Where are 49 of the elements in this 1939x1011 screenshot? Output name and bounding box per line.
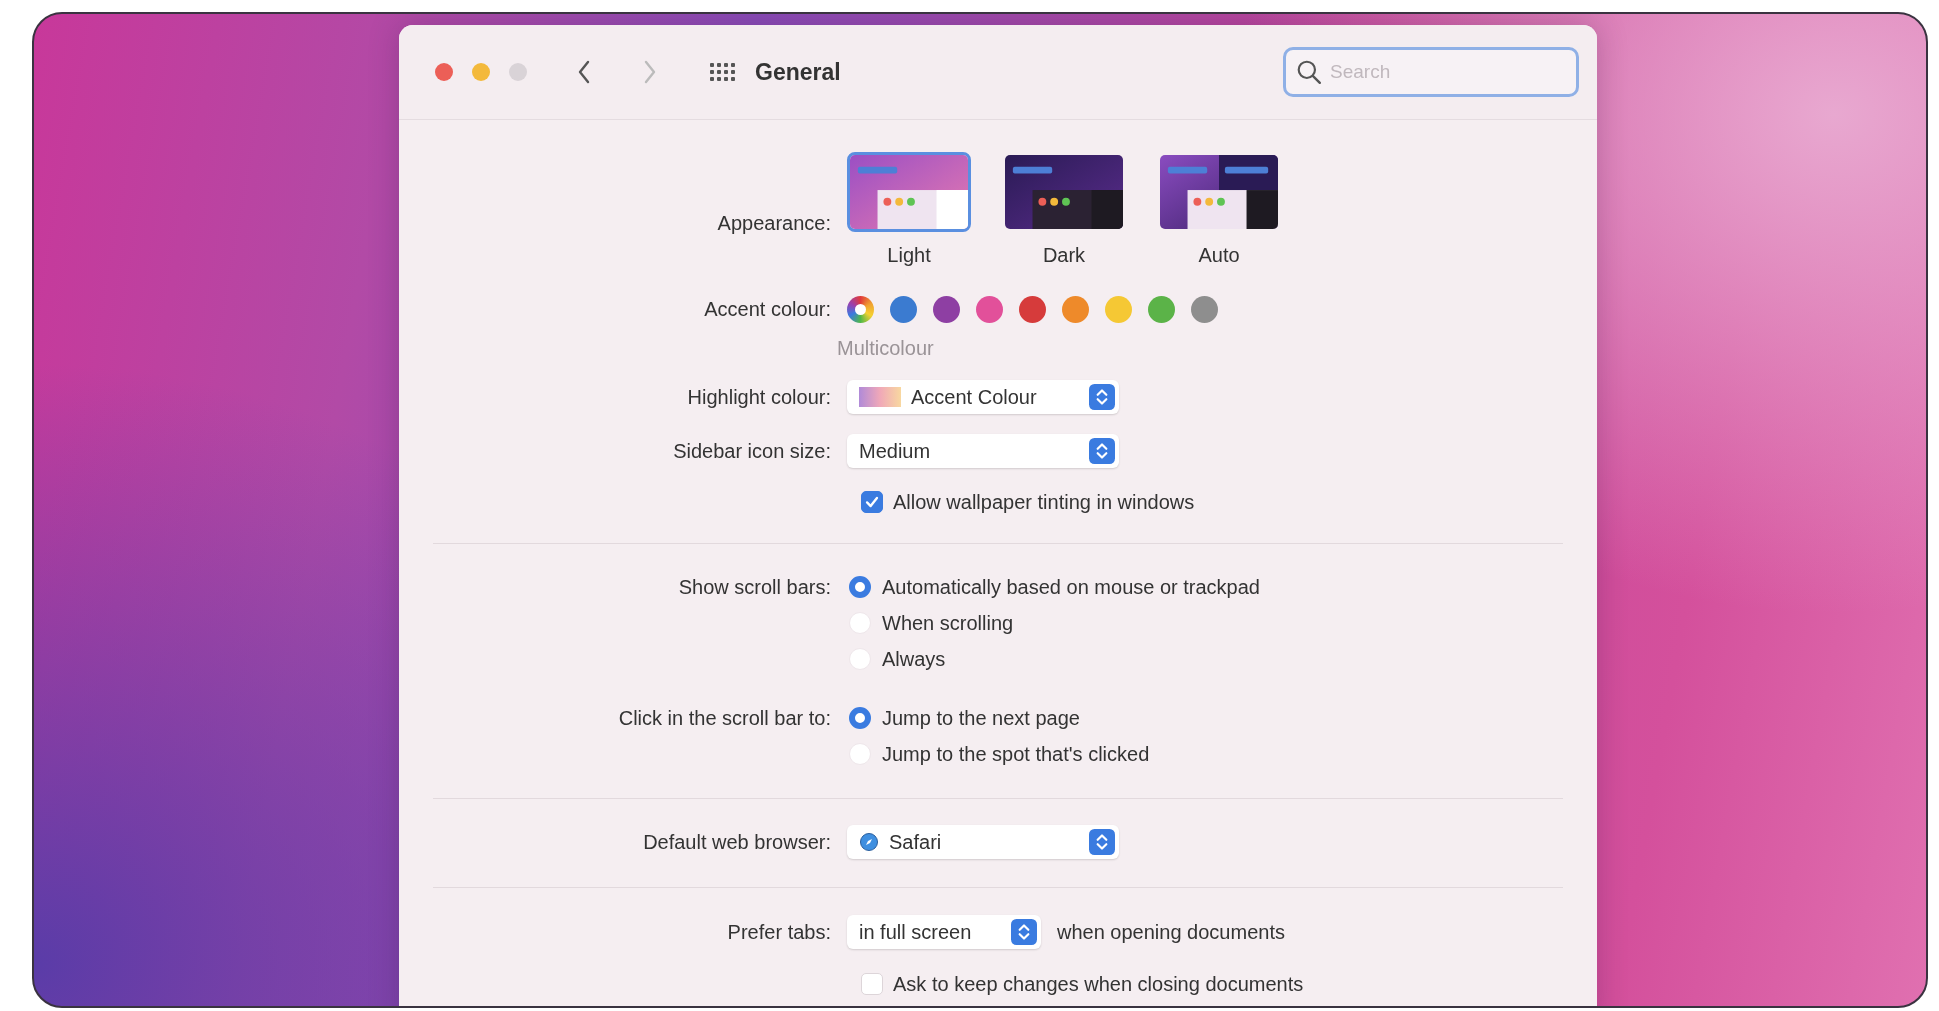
accent-caption: Multicolour [837, 336, 934, 360]
highlight-colour-popup[interactable]: Accent Colour [847, 380, 1119, 414]
radio-label: Automatically based on mouse or trackpad [882, 575, 1260, 599]
appearance-option-label: Light [887, 244, 931, 267]
stepper-arrows-icon [1089, 829, 1115, 855]
field-label: Show scroll bars: [677, 575, 832, 600]
field-label: Click in the scroll bar to: [617, 706, 832, 731]
colour-swatch[interactable] [1105, 295, 1132, 323]
close-button[interactable] [435, 63, 453, 81]
window-title: General [755, 58, 841, 86]
colour-swatch[interactable] [890, 295, 917, 323]
colour-swatch[interactable] [976, 295, 1003, 323]
stepper-arrows-icon [1011, 919, 1037, 945]
colour-swatch[interactable] [1148, 295, 1175, 323]
field-label: Sidebar icon size: [672, 439, 832, 463]
stepper-arrows-icon [1089, 384, 1115, 410]
colour-gradient-icon [859, 387, 901, 407]
search-input[interactable]: Search [1328, 60, 1532, 84]
checkbox-label: Allow wallpaper tinting in windows [893, 490, 1195, 514]
sidebar-icon-size-popup[interactable]: Medium [847, 434, 1119, 468]
grid-icon[interactable] [709, 62, 737, 82]
colour-swatch[interactable] [933, 295, 960, 323]
appearance-option-label: Auto [1198, 244, 1240, 267]
colour-swatch[interactable] [1062, 295, 1089, 323]
default-browser-popup[interactable]: Safari [847, 825, 1119, 859]
appearance-option-label: Dark [1042, 244, 1086, 267]
radio-label: Jump to the next page [882, 706, 1080, 730]
back-icon[interactable] [577, 60, 591, 84]
colour-swatch[interactable] [1019, 295, 1046, 323]
field-suffix: when opening documents [1057, 920, 1285, 944]
compass-icon [859, 832, 879, 852]
field-label: Appearance: [716, 211, 832, 235]
checkbox[interactable] [861, 491, 883, 513]
field-label: Accent colour: [703, 297, 832, 321]
radio-label: Always [882, 647, 946, 671]
radio-label: Jump to the spot that's clicked [882, 742, 1150, 766]
colour-swatch[interactable] [1191, 295, 1218, 323]
field-label: Default web browser: [642, 830, 832, 854]
field-label: Highlight colour: [686, 385, 832, 409]
search-field[interactable]: Search [1283, 47, 1579, 97]
prefer-tabs-popup[interactable]: in full screen [847, 915, 1041, 949]
radio-button[interactable] [849, 576, 871, 598]
radio-label: When scrolling [882, 611, 1014, 635]
multicolour-swatch[interactable] [847, 295, 874, 323]
radio-button[interactable] [849, 707, 871, 729]
stepper-arrows-icon [1089, 438, 1115, 464]
checkbox-label: Ask to keep changes when closing documents [893, 972, 1304, 996]
field-label: Prefer tabs: [726, 920, 832, 944]
search-icon [1296, 59, 1322, 85]
